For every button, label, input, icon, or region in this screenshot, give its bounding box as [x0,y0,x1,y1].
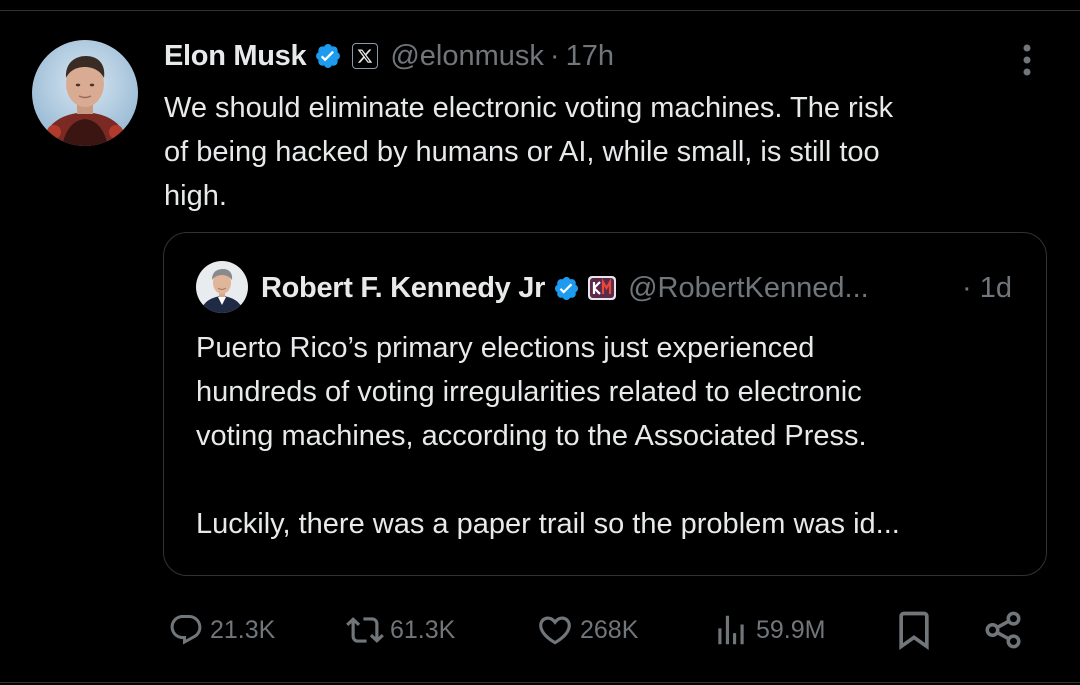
repost-button[interactable]: 61.3K [346,608,455,652]
tweet-text-line: of being hacked by humans or AI, while s… [164,136,880,168]
separator-dot: · [549,39,560,72]
quoted-tweet-header: Robert F. Kennedy Jr @RobertKenned... [261,266,869,310]
quoted-author-name[interactable]: Robert F. Kennedy Jr [261,272,545,305]
quoted-tweet-timestamp[interactable]: · 1d [962,266,1012,310]
author-name[interactable]: Elon Musk [164,40,307,73]
tweet-text-line: We should eliminate electronic voting ma… [164,92,894,124]
quoted-text-line: Luckily, there was a paper trail so the … [196,508,900,540]
action-bar: 21.3K 61.3K 268K 59.9M [0,608,1080,652]
verified-badge-icon[interactable] [314,42,342,70]
repost-icon [346,611,384,649]
bookmark-button[interactable] [892,608,936,652]
quoted-text-line: voting machines, according to the Associ… [196,420,867,452]
reply-count: 21.3K [210,615,276,644]
views-chart-icon [712,611,750,649]
tweet-timestamp[interactable]: 17h [566,40,614,73]
quoted-tweet-text: Puerto Rico’s primary elections just exp… [196,326,1026,546]
quoted-time-label: · 1d [962,271,1012,304]
views-button[interactable]: 59.9M [712,608,825,652]
author-avatar[interactable] [32,40,138,146]
author-handle[interactable]: @elonmusk [390,40,544,73]
top-divider [0,10,1080,11]
reply-icon [168,612,204,648]
repost-count: 61.3K [390,615,456,644]
quoted-text-line: Puerto Rico’s primary elections just exp… [196,332,815,364]
quoted-text-line: hundreds of voting irregularities relate… [196,376,862,408]
quoted-author-avatar[interactable] [196,261,248,313]
x-logo-icon[interactable] [352,43,379,69]
reply-button[interactable]: 21.3K [168,608,275,652]
tweet-header: Elon Musk @elonmusk · 17h [164,36,614,76]
share-button[interactable] [982,608,1024,652]
verified-badge-icon[interactable] [553,275,580,302]
tweet-text: We should eliminate electronic voting ma… [164,86,1034,218]
bottom-divider [0,682,1080,683]
bookmark-icon [892,608,936,652]
heart-icon [536,611,574,649]
quoted-author-handle[interactable]: @RobertKenned... [628,272,869,305]
quoted-text-line [196,458,1026,502]
like-count: 268K [580,615,639,644]
tweet-text-line: high. [164,180,227,212]
campaign-badge-icon[interactable] [588,276,617,300]
share-icon [982,609,1024,651]
more-options-icon[interactable] [1012,40,1042,80]
views-count: 59.9M [756,615,826,644]
like-button[interactable]: 268K [536,608,638,652]
